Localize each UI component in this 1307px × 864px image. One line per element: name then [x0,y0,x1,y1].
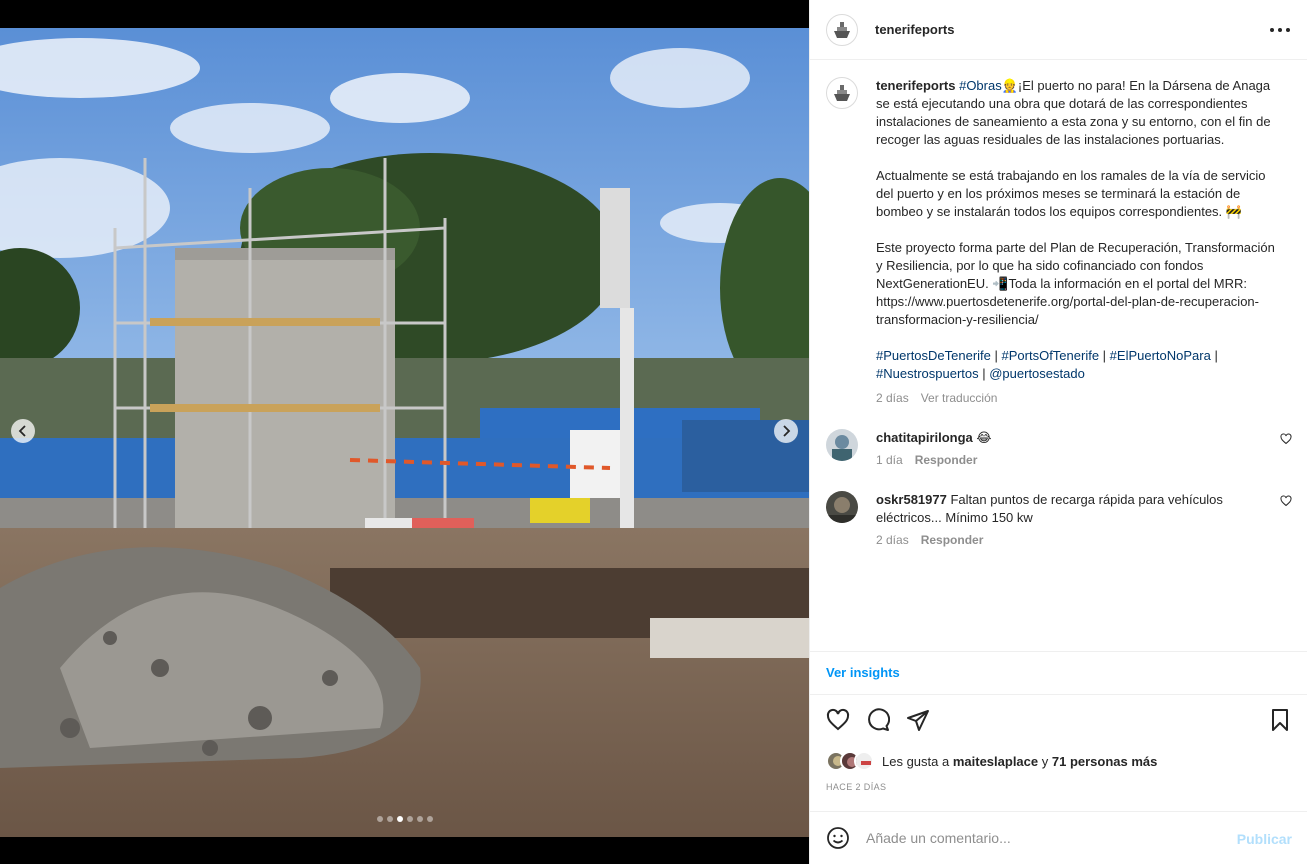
comments-section: tenerifeports #Obras👷¡El puerto no para!… [810,61,1307,651]
comment-username[interactable]: oskr581977 [876,492,947,507]
prev-slide-button[interactable] [11,419,35,443]
slide-indicator [0,816,809,822]
tag-separator: | [1210,348,1218,363]
next-slide-button[interactable] [774,419,798,443]
hashtag-link[interactable]: #Nuestrospuertos [876,366,979,381]
translate-link[interactable]: Ver traducción [921,391,998,405]
emoji-icon[interactable] [826,826,850,850]
view-insights-link[interactable]: Ver insights [810,651,1307,695]
tag-separator: | [1099,348,1110,363]
caption-paragraph-3: Este proyecto forma parte del Plan de Re… [876,240,1275,327]
tag-separator: | [978,366,990,381]
liker-username[interactable]: maiteslaplace [953,754,1038,769]
commenter-avatar[interactable] [826,491,858,523]
comment-time[interactable]: 2 días [876,533,909,547]
slide-dot [406,816,413,822]
hashtag-link[interactable]: #ElPuertoNoPara [1110,348,1211,363]
caption-tags: #PuertosDeTenerife | #PortsOfTenerife | … [876,347,1280,383]
comment-body: oskr581977 Faltan puntos de recarga rápi… [876,491,1266,549]
comment-item: chatitapirilonga 😂 1 día Responder [826,429,1292,469]
comment-text: 😂 [976,430,992,445]
slide-dot [386,816,393,822]
post-side-panel: tenerifeports tenerifeports #Obras👷¡El p… [809,0,1307,864]
slide-dot [376,816,383,822]
likes-prefix: Les gusta a [882,753,950,769]
post-timestamp[interactable]: HACE 2 DÍAS [826,782,886,792]
slide-dot [396,816,403,822]
liker-avatar [854,751,874,771]
hashtag-link[interactable]: #Obras [959,78,1002,93]
mention-link[interactable]: @puertosestado [989,366,1085,381]
post-actions [810,700,1307,740]
caption: tenerifeports #Obras👷¡El puerto no para!… [826,77,1292,407]
publish-button[interactable]: Publicar [1237,831,1292,847]
author-username[interactable]: tenerifeports [875,22,954,37]
commenter-avatar[interactable] [826,429,858,461]
caption-body: tenerifeports #Obras👷¡El puerto no para!… [876,77,1280,407]
comment-username[interactable]: chatitapirilonga [876,430,973,445]
hashtag-link[interactable]: #PortsOfTenerife [1002,348,1100,363]
likes-text[interactable]: Les gusta a maiteslaplace y 71 personas … [882,754,1157,769]
post-header: tenerifeports [810,0,1307,60]
comment-input[interactable] [866,830,1226,846]
comment-bubble-icon[interactable] [866,708,890,732]
caption-username[interactable]: tenerifeports [876,78,955,93]
caption-time[interactable]: 2 días [876,391,909,405]
share-paper-plane-icon[interactable] [906,708,930,732]
comment-body: chatitapirilonga 😂 1 día Responder [876,429,1266,469]
ship-icon [834,85,850,101]
more-options-icon[interactable] [1270,20,1290,40]
caption-paragraph-2: Actualmente se está trabajando en los ra… [876,168,1266,219]
reply-button[interactable]: Responder [915,453,978,467]
add-comment-bar: Publicar [810,811,1307,864]
like-comment-heart-icon[interactable] [1280,433,1292,445]
like-heart-icon[interactable] [826,708,850,732]
ship-icon [834,21,850,38]
hashtag-link[interactable]: #PuertosDeTenerife [876,348,991,363]
chevron-left-icon [18,425,26,437]
comment-time[interactable]: 1 día [876,453,903,467]
like-comment-heart-icon[interactable] [1280,495,1292,507]
likes-joiner: y [1041,753,1049,769]
reply-button[interactable]: Responder [921,533,984,547]
save-bookmark-icon[interactable] [1268,708,1292,732]
author-avatar[interactable] [826,13,858,46]
post-photo[interactable] [0,28,809,837]
chevron-right-icon [783,425,791,437]
likes-count[interactable]: 71 personas más [1052,754,1158,769]
post-media [0,0,809,864]
comment-item: oskr581977 Faltan puntos de recarga rápi… [826,491,1292,549]
slide-dot [416,816,423,822]
caption-avatar[interactable] [826,77,858,109]
slide-dot [426,816,433,822]
tag-separator: | [990,348,1002,363]
likes-summary: Les gusta a maiteslaplace y 71 personas … [826,750,1157,772]
